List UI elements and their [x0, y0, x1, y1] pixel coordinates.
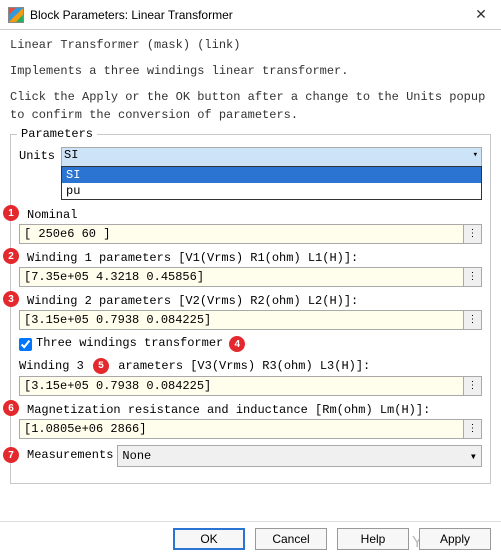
nominal-input[interactable] [19, 224, 464, 244]
w3-input[interactable] [19, 376, 464, 396]
units-select[interactable]: SI ▾ [61, 147, 482, 167]
annotation-badge-1: 1 [3, 205, 19, 221]
dropdown-icon: ▾ [470, 449, 477, 464]
parameters-group: Parameters Units SI ▾ SI pu 1 Nominal ⋮ [10, 134, 491, 484]
mask-link-text: Linear Transformer (mask) (link) [10, 36, 491, 54]
group-title: Parameters [17, 127, 97, 141]
w3-label-pre: Winding 3 [19, 359, 84, 373]
units-value: SI [64, 148, 78, 162]
mag-label: Magnetization resistance and inductance … [27, 403, 430, 417]
units-option-si[interactable]: SI [62, 167, 481, 183]
measurements-select[interactable]: None ▾ [117, 445, 482, 467]
nominal-label: Nominal [27, 208, 77, 222]
three-windings-label: Three windings transformer [36, 336, 223, 350]
w1-input[interactable] [19, 267, 464, 287]
w3-label-post: arameters [V3(Vrms) R3(ohm) L3(H)]: [118, 359, 370, 373]
titlebar: Block Parameters: Linear Transformer ✕ [0, 0, 501, 30]
window-title: Block Parameters: Linear Transformer [30, 8, 461, 22]
ok-button[interactable]: OK [173, 528, 245, 550]
cancel-button[interactable]: Cancel [255, 528, 327, 550]
close-button[interactable]: ✕ [461, 0, 501, 30]
annotation-badge-7: 7 [3, 447, 19, 463]
units-dropdown-list[interactable]: SI pu [61, 166, 482, 200]
w2-more-button[interactable]: ⋮ [464, 310, 482, 330]
description-2: Click the Apply or the OK button after a… [10, 88, 491, 124]
nominal-more-button[interactable]: ⋮ [464, 224, 482, 244]
separator [0, 521, 501, 522]
w3-more-button[interactable]: ⋮ [464, 376, 482, 396]
apply-button[interactable]: Apply [419, 528, 491, 550]
annotation-badge-4: 4 [229, 336, 245, 352]
measurements-value: None [122, 449, 151, 463]
w2-input[interactable] [19, 310, 464, 330]
units-label: Units [19, 149, 55, 163]
help-button[interactable]: Help [337, 528, 409, 550]
mag-more-button[interactable]: ⋮ [464, 419, 482, 439]
w1-more-button[interactable]: ⋮ [464, 267, 482, 287]
annotation-badge-3: 3 [3, 291, 19, 307]
description-1: Implements a three windings linear trans… [10, 62, 491, 80]
measurements-label: Measurements [27, 448, 113, 462]
dialog-buttons: OK Cancel Help Apply [173, 528, 491, 550]
annotation-badge-5: 5 [93, 358, 109, 374]
annotation-badge-2: 2 [3, 248, 19, 264]
three-windings-checkbox[interactable] [19, 338, 32, 351]
units-option-pu[interactable]: pu [62, 183, 481, 199]
w1-label: Winding 1 parameters [V1(Vrms) R1(ohm) L… [27, 251, 358, 265]
dropdown-icon: ▾ [473, 150, 478, 160]
app-icon [8, 7, 24, 23]
mag-input[interactable] [19, 419, 464, 439]
annotation-badge-6: 6 [3, 400, 19, 416]
w2-label: Winding 2 parameters [V2(Vrms) R2(ohm) L… [27, 294, 358, 308]
w3-label: Winding 3 5 arameters [V3(Vrms) R3(ohm) … [19, 358, 370, 374]
